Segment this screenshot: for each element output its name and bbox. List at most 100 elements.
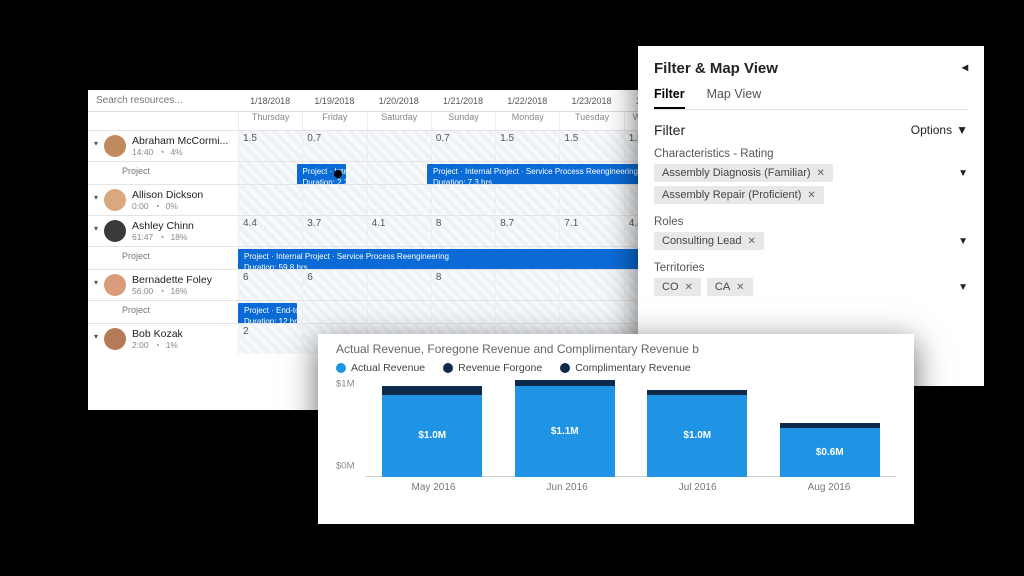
day-column: Friday: [302, 112, 366, 130]
resource-name: Bernadette Foley: [132, 274, 232, 286]
schedule-cell[interactable]: 6: [238, 270, 302, 300]
x-axis-tick: May 2016: [412, 482, 456, 493]
schedule-cell[interactable]: [431, 301, 495, 323]
options-dropdown[interactable]: Options ▼: [911, 123, 968, 137]
resource-pct: 4%: [170, 147, 182, 157]
clock-icon: ◔: [159, 232, 164, 242]
schedule-cell[interactable]: [431, 185, 495, 215]
expand-caret-icon[interactable]: ▾: [94, 193, 98, 202]
schedule-cell[interactable]: 0.7: [302, 131, 366, 161]
schedule-cell[interactable]: [367, 131, 431, 161]
schedule-cell[interactable]: [559, 301, 623, 323]
expand-caret-icon[interactable]: ▾: [94, 224, 98, 233]
filter-chip[interactable]: Assembly Repair (Proficient)✕: [654, 186, 824, 204]
schedule-cell[interactable]: 0.7: [431, 131, 495, 161]
resource-row: ▾Allison Dickson0:00◔0%: [88, 184, 688, 215]
schedule-cell[interactable]: 7.1: [559, 216, 623, 246]
chevron-down-icon[interactable]: ▼: [958, 236, 968, 247]
schedule-cell[interactable]: 6: [302, 270, 366, 300]
bar-segment-actual[interactable]: $1.1M: [515, 386, 615, 477]
resource-time: 14:40: [132, 147, 153, 157]
schedule-cell[interactable]: 1.5: [495, 131, 559, 161]
schedule-cell[interactable]: [367, 270, 431, 300]
date-column: 1/21/2018: [431, 96, 495, 106]
chevron-down-icon[interactable]: ▼: [958, 282, 968, 293]
tab-map-view[interactable]: Map View: [707, 87, 762, 109]
schedule-cell[interactable]: [559, 270, 623, 300]
filter-chip[interactable]: CO✕: [654, 278, 701, 296]
schedule-cell[interactable]: [559, 185, 623, 215]
y-axis-tick: $1M: [336, 378, 354, 389]
expand-caret-icon[interactable]: ▾: [94, 278, 98, 287]
y-axis-tick: $0M: [336, 461, 354, 472]
clock-icon: ◔: [155, 340, 160, 350]
clock-icon: ◔: [155, 201, 160, 211]
filter-section-title: Filter: [654, 122, 685, 138]
clock-icon: ◔: [159, 286, 164, 296]
resource-row: ▾Ashley Chinn61:47◔18%4.43.74.188.77.14.…: [88, 215, 688, 246]
schedule-cell[interactable]: [495, 185, 559, 215]
bar-segment-actual[interactable]: $1.0M: [647, 395, 747, 478]
schedule-cell[interactable]: 1.5: [238, 131, 302, 161]
schedule-cell[interactable]: 8.7: [495, 216, 559, 246]
schedule-cell[interactable]: 1.5: [559, 131, 623, 161]
collapse-icon[interactable]: ◂: [962, 60, 968, 77]
day-column: Thursday: [238, 112, 302, 130]
filter-chip[interactable]: Consulting Lead✕: [654, 232, 764, 250]
resource-name: Abraham McCormi...: [132, 135, 232, 147]
revenue-chart-panel: Actual Revenue, Foregone Revenue and Com…: [318, 334, 914, 524]
clock-icon: ◔: [159, 147, 164, 157]
schedule-cell[interactable]: [238, 185, 302, 215]
chip-remove-icon[interactable]: ✕: [748, 236, 756, 247]
chip-remove-icon[interactable]: ✕: [685, 282, 693, 293]
bar-segment-actual[interactable]: $1.0M: [382, 395, 482, 478]
bar-segment-actual[interactable]: $0.6M: [780, 428, 880, 478]
filter-chip[interactable]: Assembly Diagnosis (Familiar)✕: [654, 164, 833, 182]
date-column: 1/20/2018: [367, 96, 431, 106]
filter-group-label: Territories: [654, 262, 968, 274]
filter-chip[interactable]: CA✕: [707, 278, 753, 296]
date-column: 1/18/2018: [238, 96, 302, 106]
chart-legend: Actual Revenue Revenue Forgone Complimenta…: [336, 362, 896, 374]
resource-pct: 18%: [170, 232, 187, 242]
resource-pct: 16%: [170, 286, 187, 296]
chip-remove-icon[interactable]: ✕: [817, 168, 825, 179]
day-column: Saturday: [367, 112, 431, 130]
schedule-cell[interactable]: [367, 185, 431, 215]
search-input[interactable]: [88, 93, 238, 108]
resource-time: 0:00: [132, 201, 149, 211]
legend-item[interactable]: Complimentary Revenue: [560, 362, 691, 374]
resource-time: 56:00: [132, 286, 153, 296]
expand-caret-icon[interactable]: ▾: [94, 332, 98, 341]
schedule-cell[interactable]: 3.7: [302, 216, 366, 246]
avatar: [104, 189, 126, 211]
schedule-cell[interactable]: 4.1: [367, 216, 431, 246]
bar-segment-forgone[interactable]: [382, 386, 482, 394]
bar-segment-forgone[interactable]: [515, 380, 615, 387]
chevron-down-icon[interactable]: ▼: [958, 168, 968, 179]
schedule-cell[interactable]: [367, 301, 431, 323]
expand-caret-icon[interactable]: ▾: [94, 139, 98, 148]
date-header: 1/18/20181/19/20181/20/20181/21/20181/22…: [238, 96, 688, 106]
schedule-cell[interactable]: [238, 162, 302, 184]
schedule-cell[interactable]: 8: [431, 270, 495, 300]
schedule-cell[interactable]: 2: [238, 324, 302, 354]
resource-time: 2:00: [132, 340, 149, 350]
schedule-cell[interactable]: [302, 185, 366, 215]
tab-filter[interactable]: Filter: [654, 87, 685, 109]
schedule-cell[interactable]: [495, 301, 559, 323]
schedule-cell[interactable]: 4.4: [238, 216, 302, 246]
legend-item[interactable]: Actual Revenue: [336, 362, 425, 374]
chip-remove-icon[interactable]: ✕: [736, 282, 744, 293]
date-column: 1/19/2018: [302, 96, 366, 106]
day-column: Monday: [495, 112, 559, 130]
resource-pct: 0%: [166, 201, 178, 211]
filter-group-label: Roles: [654, 216, 968, 228]
legend-item[interactable]: Revenue Forgone: [443, 362, 542, 374]
schedule-cell[interactable]: [367, 162, 431, 184]
chip-remove-icon[interactable]: ✕: [807, 190, 815, 201]
schedule-cell[interactable]: [495, 270, 559, 300]
schedule-cell[interactable]: [302, 301, 366, 323]
date-column: 1/22/2018: [495, 96, 559, 106]
schedule-cell[interactable]: 8: [431, 216, 495, 246]
